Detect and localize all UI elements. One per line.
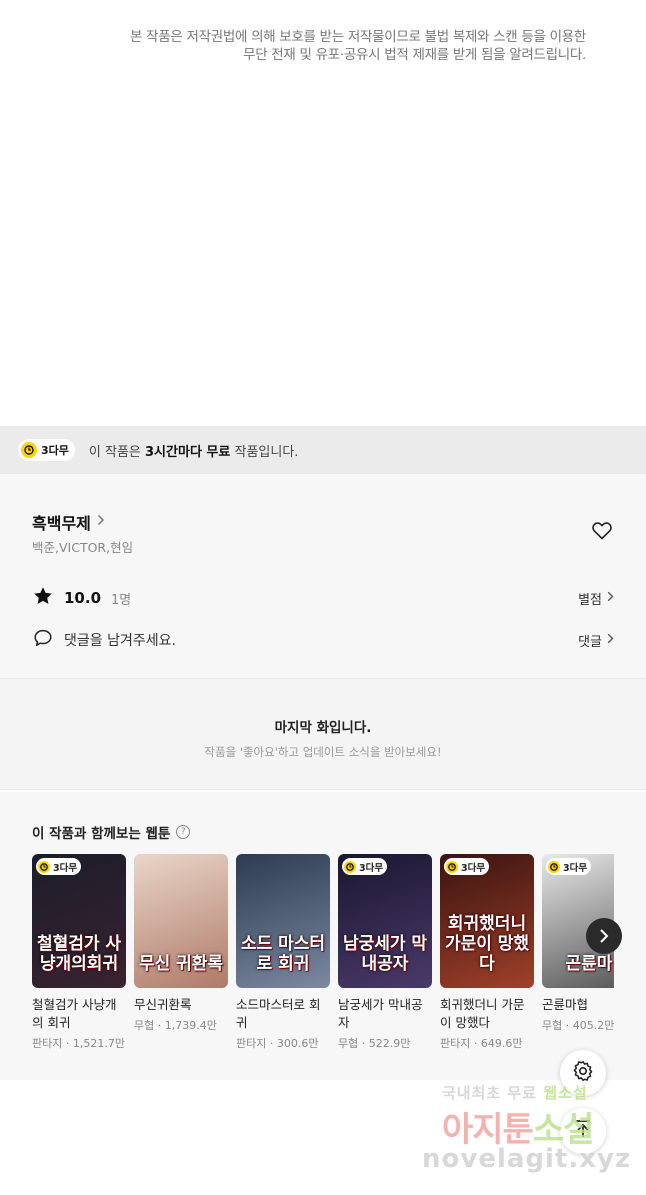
- card-title[interactable]: 철혈검가 사냥개의 회귀: [32, 996, 126, 1032]
- cover-title: 남궁세가 막내공자: [342, 934, 428, 974]
- copyright-line-1: 본 작품은 저작권법에 의해 보호를 받는 저작물이므로 불법 복제와 스캔 등…: [130, 29, 586, 45]
- clock-icon: [446, 860, 458, 873]
- comment-prompt: 댓글을 남겨주세요.: [64, 633, 176, 649]
- cover-image[interactable]: 회귀했더니 가문이 망했다 3다무: [440, 854, 534, 988]
- recommend-card[interactable]: 회귀했더니 가문이 망했다 3다무회귀했더니 가문이 망했다판타지 · 649.6…: [440, 854, 534, 1051]
- card-genre: 판타지: [236, 1037, 267, 1050]
- speech-bubble-icon: [32, 627, 54, 653]
- last-episode-title: 마지막 화입니다.: [274, 720, 372, 736]
- watermark-line-3: novelagit.xyz: [422, 1144, 632, 1174]
- rate-button[interactable]: 별점: [578, 589, 614, 608]
- card-views: 1,739.4만: [164, 1019, 217, 1032]
- cover-image[interactable]: 무신 귀환록: [134, 854, 228, 988]
- recommend-card[interactable]: 무신 귀환록무신귀환록무협 · 1,739.4만: [134, 854, 228, 1033]
- watermark-line-1: 국내최초 무료 웹소설: [442, 1082, 588, 1103]
- wait-free-badge: 3다무: [18, 439, 75, 461]
- card-genre: 판타지: [32, 1037, 63, 1050]
- comments-button[interactable]: 댓글: [578, 631, 614, 650]
- card-title[interactable]: 무신귀환록: [134, 996, 228, 1014]
- free-notice-bar: 3다무 이 작품은 3시간마다 무료 작품입니다.: [0, 426, 646, 474]
- wait-free-badge: 3다무: [444, 858, 490, 875]
- wait-free-badge-label: 3다무: [41, 444, 69, 457]
- card-views: 649.6만: [480, 1037, 523, 1050]
- cover-title: 철혈검가 사냥개의회귀: [36, 934, 122, 974]
- card-title[interactable]: 곤륜마협: [542, 996, 614, 1014]
- card-views: 405.2만: [572, 1019, 614, 1032]
- wait-free-badge-label: 3다무: [53, 862, 78, 874]
- card-title[interactable]: 소드마스터로 회귀: [236, 996, 330, 1032]
- wait-free-badge: 3다무: [36, 858, 82, 875]
- wait-free-badge: 3다무: [342, 858, 388, 875]
- card-meta: 판타지 · 300.6만: [236, 1037, 319, 1050]
- star-icon: [32, 585, 54, 611]
- free-notice-bold: 3시간마다 무료: [145, 444, 231, 460]
- free-notice-text: 이 작품은 3시간마다 무료 작품입니다.: [89, 441, 299, 460]
- card-genre: 판타지: [440, 1037, 471, 1050]
- card-meta: 무협 · 1,739.4만: [134, 1019, 217, 1032]
- wait-free-badge-label: 3다무: [563, 862, 588, 874]
- recommend-title-text: 이 작품과 함께보는 웹툰: [32, 826, 171, 842]
- recommend-carousel: 철혈검가 사냥개의회귀 3다무철혈검가 사냥개의 회귀판타지 · 1,521.7만…: [32, 854, 614, 1074]
- last-episode-subtitle: 작품을 '좋아요'하고 업데이트 소식을 받아보세요!: [204, 745, 442, 759]
- clock-icon: [38, 860, 50, 873]
- card-title[interactable]: 남궁세가 막내공자: [338, 996, 432, 1032]
- cover-title: 회귀했더니 가문이 망했다: [444, 914, 530, 974]
- card-views: 522.9만: [368, 1037, 411, 1050]
- rate-button-label: 별점: [578, 592, 602, 608]
- card-views: 300.6만: [276, 1037, 319, 1050]
- site-watermark: 국내최초 무료 웹소설 아지툰소설 novelagit.xyz: [418, 1082, 632, 1182]
- rating-row: 10.0 1명 별점: [32, 586, 614, 610]
- card-meta: 무협 · 522.9만: [338, 1037, 411, 1050]
- cover-image[interactable]: 철혈검가 사냥개의회귀 3다무: [32, 854, 126, 988]
- card-genre: 무협: [542, 1019, 563, 1032]
- clock-icon: [548, 860, 560, 873]
- watermark-line-1b: 웹소설: [543, 1084, 588, 1102]
- card-genre: 무협: [134, 1019, 155, 1032]
- card-meta: 무협 · 405.2만: [542, 1019, 614, 1032]
- copyright-line-2: 무단 전재 및 유포·공유시 법적 제재를 받게 됨을 알려드립니다.: [243, 47, 586, 63]
- like-heart-icon[interactable]: [590, 518, 614, 542]
- rating-count: 1명: [111, 592, 132, 608]
- copyright-notice: 본 작품은 저작권법에 의해 보호를 받는 저작물이므로 불법 복제와 스캔 등…: [66, 28, 586, 64]
- chevron-right-icon: [607, 633, 614, 648]
- card-views: 1,521.7만: [72, 1037, 125, 1050]
- clock-icon: [344, 860, 356, 873]
- comments-button-label: 댓글: [578, 634, 602, 650]
- card-meta: 판타지 · 649.6만: [440, 1037, 523, 1050]
- wait-free-badge-label: 3다무: [461, 862, 486, 874]
- recommend-title: 이 작품과 함께보는 웹툰 ?: [32, 822, 191, 842]
- chevron-right-icon: [607, 591, 614, 606]
- work-title: 흑백무제: [32, 514, 91, 533]
- work-info-panel: 흑백무제 백준,VICTOR,현임 10.0 1명 별점 댓글을 남겨주세요. …: [0, 474, 646, 678]
- cover-image[interactable]: 남궁세가 막내공자 3다무: [338, 854, 432, 988]
- recommend-card[interactable]: 철혈검가 사냥개의회귀 3다무철혈검가 사냥개의 회귀판타지 · 1,521.7만: [32, 854, 126, 1051]
- cover-image[interactable]: 소드 마스터로 회귀: [236, 854, 330, 988]
- recommend-card[interactable]: 소드 마스터로 회귀소드마스터로 회귀판타지 · 300.6만: [236, 854, 330, 1051]
- recommend-section: 이 작품과 함께보는 웹툰 ? 철혈검가 사냥개의회귀 3다무철혈검가 사냥개의 …: [0, 792, 646, 1080]
- last-episode-panel: 마지막 화입니다. 작품을 '좋아요'하고 업데이트 소식을 받아보세요!: [0, 678, 646, 790]
- free-notice-prefix: 이 작품은: [88, 444, 146, 460]
- work-authors: 백준,VICTOR,현임: [32, 540, 134, 555]
- wait-free-badge-label: 3다무: [359, 862, 384, 874]
- card-meta: 판타지 · 1,521.7만: [32, 1037, 125, 1050]
- wait-free-badge: 3다무: [546, 858, 592, 875]
- cover-title: 무신 귀환록: [138, 954, 224, 974]
- cover-title: 곤륜마: [565, 954, 613, 974]
- cover-title: 소드 마스터로 회귀: [240, 934, 326, 974]
- recommend-card[interactable]: 남궁세가 막내공자 3다무남궁세가 막내공자무협 · 522.9만: [338, 854, 432, 1051]
- free-notice-suffix: 작품입니다.: [230, 444, 299, 460]
- watermark-line-1a: 국내최초 무료: [442, 1084, 544, 1102]
- card-genre: 무협: [338, 1037, 359, 1050]
- comment-row[interactable]: 댓글을 남겨주세요. 댓글: [32, 628, 614, 652]
- carousel-next-button[interactable]: [586, 918, 622, 954]
- card-title[interactable]: 회귀했더니 가문이 망했다: [440, 996, 534, 1032]
- clock-icon: [21, 442, 37, 458]
- help-icon[interactable]: ?: [176, 825, 191, 839]
- rating-score: 10.0: [64, 589, 102, 607]
- chevron-right-icon: [97, 514, 105, 530]
- work-title-link[interactable]: 흑백무제: [32, 510, 105, 534]
